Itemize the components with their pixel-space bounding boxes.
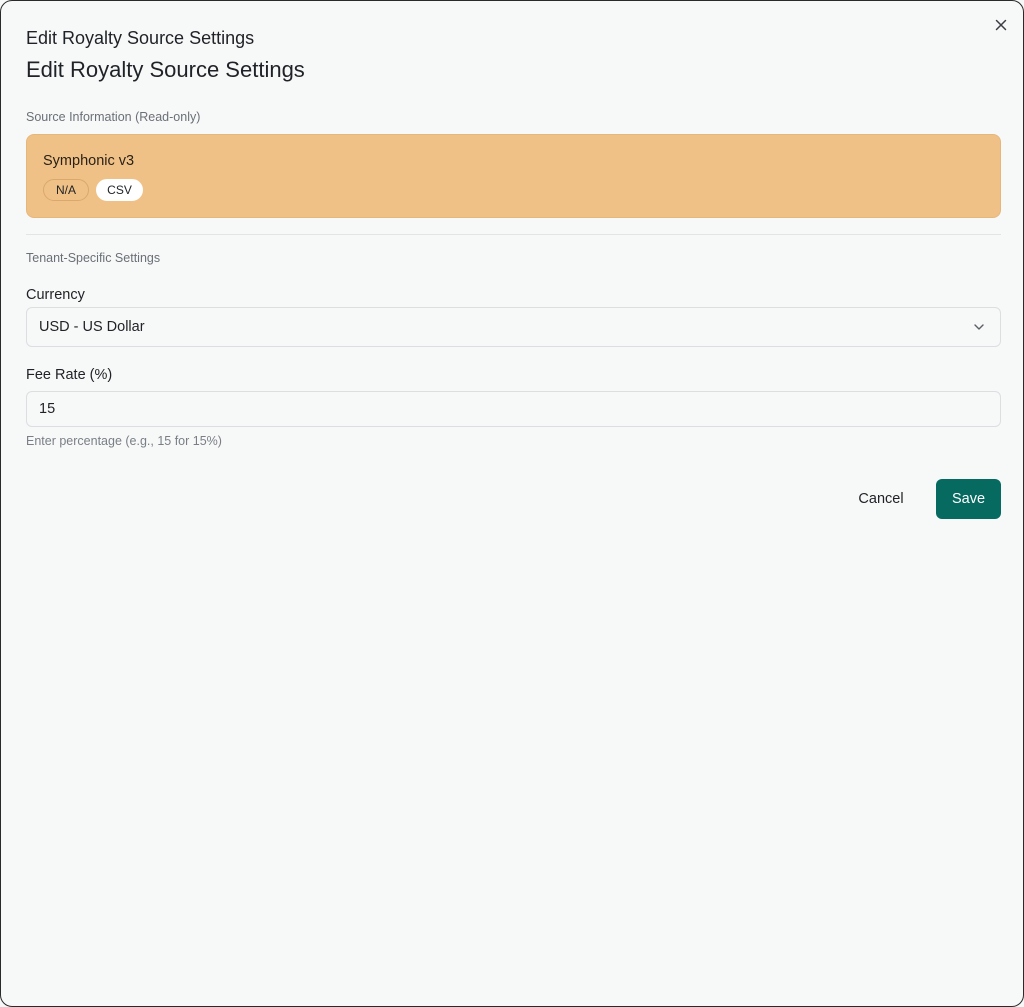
source-info-card: Symphonic v3 N/A CSV [26, 134, 1001, 218]
fee-rate-hint: Enter percentage (e.g., 15 for 15%) [26, 434, 222, 448]
badge-csv: CSV [96, 179, 143, 201]
dialog-heading: Edit Royalty Source Settings [26, 57, 305, 82]
source-name: Symphonic v3 [43, 153, 135, 169]
fee-rate-label: Fee Rate (%) [26, 367, 113, 383]
fee-rate-input[interactable] [26, 391, 1001, 427]
save-button[interactable]: Save [936, 479, 1001, 519]
dialog-title: Edit Royalty Source Settings [26, 28, 255, 48]
cancel-button[interactable]: Cancel [841, 479, 921, 519]
source-info-label: Source Information (Read-only) [26, 110, 201, 124]
divider [26, 234, 1001, 235]
close-button[interactable] [991, 15, 1011, 35]
chevron-down-icon [974, 324, 984, 330]
badge-na: N/A [43, 179, 89, 201]
tenant-settings-label: Tenant-Specific Settings [26, 251, 161, 265]
currency-value: USD - US Dollar [39, 319, 145, 335]
currency-label: Currency [26, 287, 85, 303]
close-icon [995, 19, 1007, 31]
currency-select[interactable]: USD - US Dollar [26, 307, 1001, 347]
edit-source-dialog: Edit Royalty Source Settings Edit Royalt… [0, 0, 1024, 1007]
